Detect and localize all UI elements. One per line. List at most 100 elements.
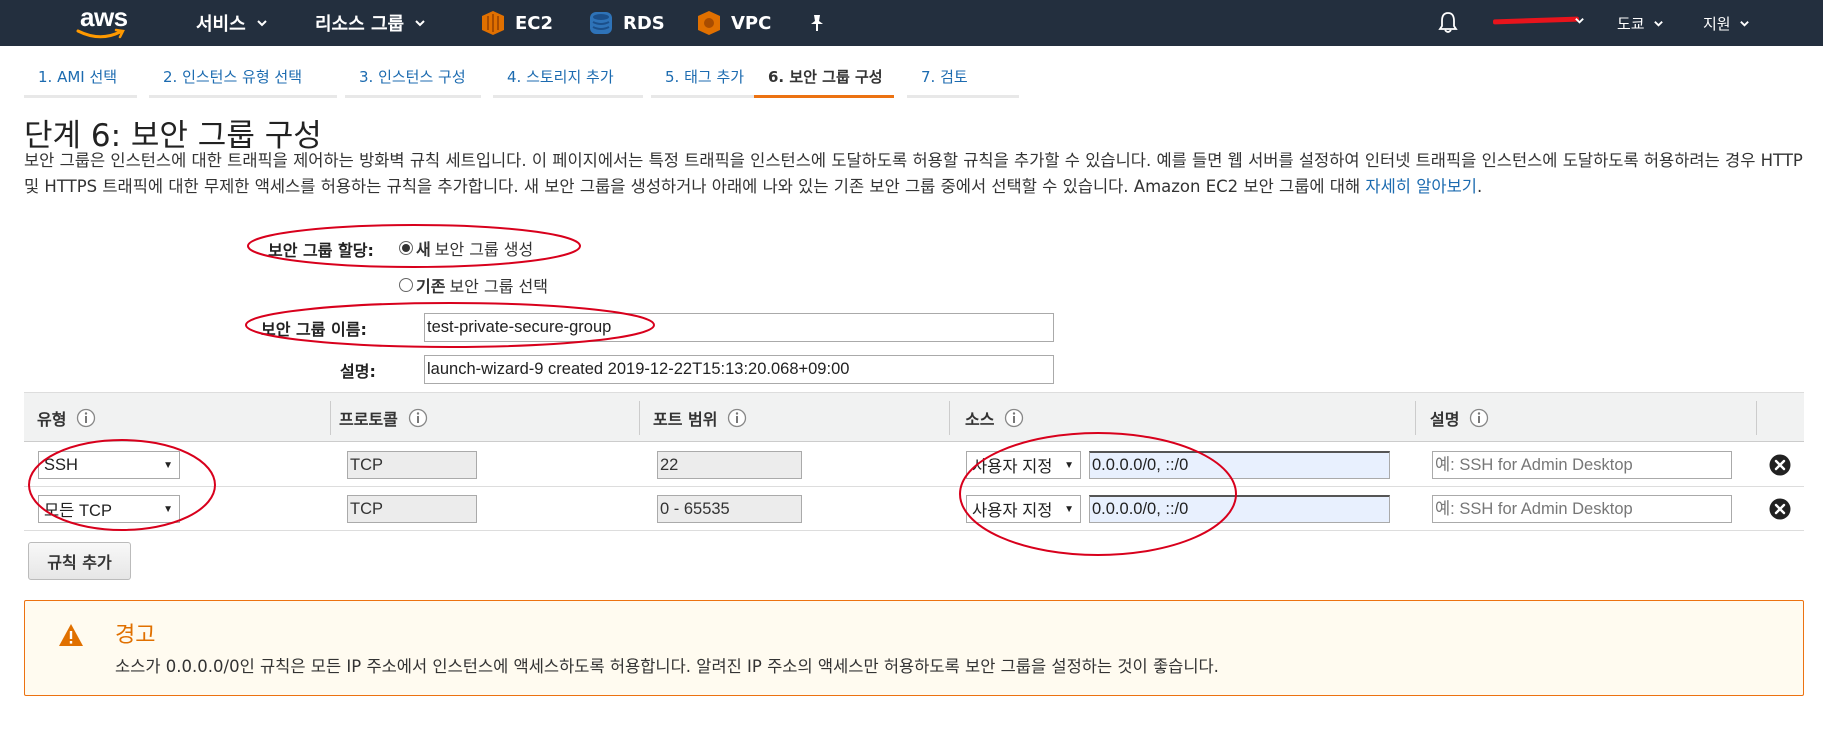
bell-icon[interactable]: [1437, 10, 1459, 34]
learn-more-link[interactable]: 자세히 알아보기: [1365, 177, 1477, 196]
redacted-account-name[interactable]: [1492, 16, 1580, 25]
intro-end: .: [1476, 177, 1483, 196]
protocol-field: [347, 451, 477, 479]
source-cidr-input[interactable]: [1089, 495, 1390, 523]
chevron-down-icon: [1653, 20, 1663, 27]
logo-smile-icon: [76, 28, 125, 39]
pin-button[interactable]: [808, 0, 826, 46]
source-mode-select[interactable]: 사용자 지정 ▼: [966, 451, 1081, 479]
column-type: 유형: [37, 393, 96, 443]
info-icon[interactable]: [1004, 408, 1024, 428]
security-group-name-label: 보안 그룹 이름:: [261, 320, 367, 339]
chevron-down-icon: [256, 20, 267, 27]
chevron-down-icon: [1739, 20, 1749, 27]
port-range-field: [657, 451, 802, 479]
rule-description-input[interactable]: [1432, 451, 1732, 479]
description-label: 설명:: [340, 362, 376, 381]
column-protocol: 프로토콜: [339, 393, 428, 443]
tab-security-group[interactable]: 6. 보안 그룹 구성: [754, 58, 894, 98]
pinned-rds-label: RDS: [623, 12, 665, 34]
assign-security-group-label: 보안 그룹 할당:: [268, 241, 374, 260]
vpc-icon: [698, 11, 720, 35]
description-input[interactable]: [424, 355, 1054, 384]
tab-review[interactable]: 7. 검토: [907, 58, 1019, 98]
pinned-ec2-label: EC2: [515, 12, 554, 34]
rds-icon: [590, 12, 612, 34]
services-menu[interactable]: 서비스: [196, 0, 268, 46]
pinned-ec2[interactable]: EC2: [481, 0, 553, 46]
remove-rule-icon[interactable]: [1769, 498, 1791, 520]
column-divider: [1756, 401, 1757, 435]
tab-add-tags[interactable]: 5. 태그 추가: [651, 58, 765, 98]
info-icon[interactable]: [76, 408, 96, 428]
column-source-label: 소스: [965, 410, 995, 429]
type-select[interactable]: 모든 TCP ▼: [38, 495, 180, 523]
ec2-icon: [482, 11, 504, 35]
pushpin-icon: [811, 15, 823, 31]
intro-text: 보안 그룹은 인스턴스에 대한 트래픽을 제어하는 방화벽 규칙 세트입니다. …: [24, 151, 1803, 196]
protocol-field: [347, 495, 477, 523]
column-description-label: 설명: [1430, 410, 1460, 429]
column-type-label: 유형: [37, 410, 67, 429]
services-label: 서비스: [196, 14, 246, 35]
warning-box: 경고 소스가 0.0.0.0/0인 규칙은 모든 IP 주소에서 인스턴스에 액…: [24, 600, 1804, 696]
info-icon[interactable]: [408, 408, 428, 428]
warning-icon: [59, 624, 83, 646]
rule-description-input[interactable]: [1432, 495, 1732, 523]
dropdown-arrow-icon: ▼: [1064, 460, 1074, 471]
type-select[interactable]: SSH ▼: [38, 451, 180, 479]
rule-row-ssh: SSH ▼ 사용자 지정 ▼: [24, 443, 1804, 487]
info-icon[interactable]: [1469, 408, 1489, 428]
security-group-name-input[interactable]: [424, 313, 1054, 342]
support-label: 지원: [1703, 14, 1731, 33]
radio-existing-label: 보안 그룹 선택: [449, 277, 548, 296]
radio-existing-bold: 기존: [416, 277, 446, 296]
radio-select-existing[interactable]: 기존 보안 그룹 선택: [399, 273, 548, 297]
region-menu[interactable]: 도쿄: [1617, 0, 1664, 46]
resource-groups-label: 리소스 그룹: [315, 14, 405, 35]
pinned-rds[interactable]: RDS: [589, 0, 665, 46]
column-port-range: 포트 범위: [653, 393, 747, 443]
column-source: 소스: [965, 393, 1024, 443]
info-icon[interactable]: [727, 408, 747, 428]
tab-configure-instance[interactable]: 3. 인스턴스 구성: [345, 58, 481, 98]
column-divider: [949, 401, 950, 435]
radio-create-new[interactable]: 새 보안 그룹 생성: [399, 236, 533, 260]
source-mode-select[interactable]: 사용자 지정 ▼: [966, 495, 1081, 523]
add-rule-button[interactable]: 규칙 추가: [28, 542, 131, 580]
top-navigation-bar: aws 서비스 리소스 그룹 EC2 RDS VPC 도쿄 지원: [0, 0, 1823, 46]
chevron-down-icon: [415, 20, 425, 27]
warning-text: 소스가 0.0.0.0/0인 규칙은 모든 IP 주소에서 인스턴스에 액세스하…: [115, 657, 1219, 676]
dropdown-arrow-icon: ▼: [163, 504, 173, 515]
source-mode-value: 사용자 지정: [972, 458, 1053, 476]
pinned-vpc[interactable]: VPC: [697, 0, 771, 46]
remove-rule-icon[interactable]: [1769, 454, 1791, 476]
radio-new-label: 보안 그룹 생성: [434, 240, 534, 259]
column-protocol-label: 프로토콜: [339, 410, 398, 429]
region-label: 도쿄: [1617, 14, 1645, 33]
type-value: 모든 TCP: [44, 502, 112, 520]
radio-button-selected[interactable]: [399, 241, 413, 255]
resource-groups-menu[interactable]: 리소스 그룹: [315, 0, 426, 46]
intro-paragraph: 보안 그룹은 인스턴스에 대한 트래픽을 제어하는 방화벽 규칙 세트입니다. …: [24, 148, 1804, 200]
column-divider: [1415, 401, 1416, 435]
chevron-down-icon: [1575, 18, 1584, 24]
column-description: 설명: [1430, 393, 1489, 443]
source-mode-value: 사용자 지정: [972, 502, 1053, 520]
tab-instance-type[interactable]: 2. 인스턴스 유형 선택: [149, 58, 337, 98]
dropdown-arrow-icon: ▼: [163, 460, 173, 471]
port-range-field: [657, 495, 802, 523]
rule-row-all-tcp: 모든 TCP ▼ 사용자 지정 ▼: [24, 487, 1804, 531]
column-divider: [330, 401, 331, 435]
radio-new-bold: 새: [416, 240, 431, 259]
rules-table-header: 유형 프로토콜 포트 범위 소스 설명: [24, 392, 1804, 442]
source-cidr-input[interactable]: [1089, 451, 1390, 479]
aws-logo[interactable]: aws: [74, 2, 134, 42]
pinned-vpc-label: VPC: [731, 12, 772, 34]
column-port-range-label: 포트 범위: [653, 410, 718, 429]
radio-button[interactable]: [399, 278, 413, 292]
dropdown-arrow-icon: ▼: [1064, 504, 1074, 515]
support-menu[interactable]: 지원: [1703, 0, 1750, 46]
tab-ami-select[interactable]: 1. AMI 선택: [24, 58, 137, 98]
tab-add-storage[interactable]: 4. 스토리지 추가: [493, 58, 643, 98]
